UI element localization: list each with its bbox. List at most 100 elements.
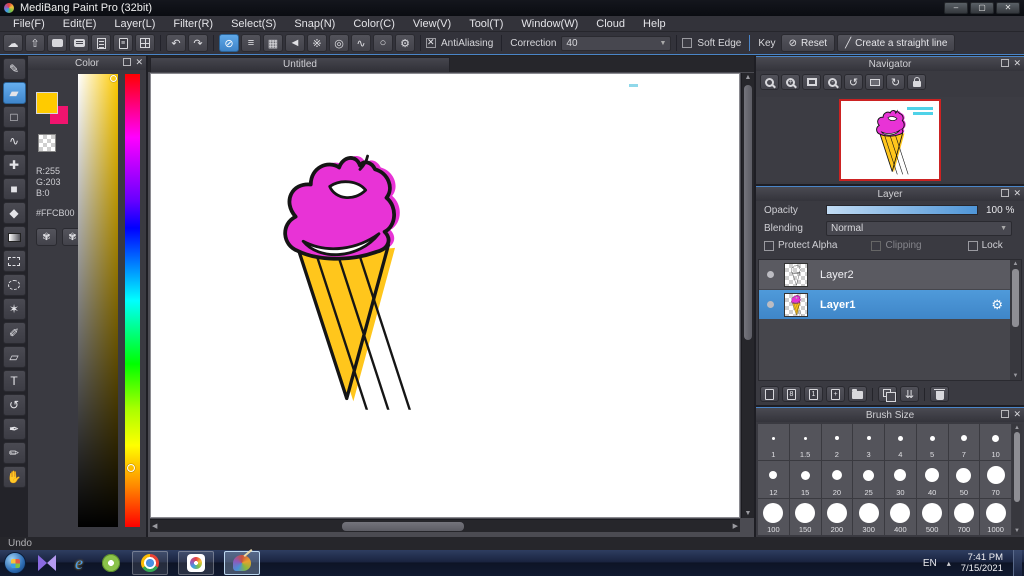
layer-row-layer1[interactable]: Layer1 ⚙: [759, 290, 1021, 319]
menu-cloud[interactable]: Cloud: [587, 18, 634, 30]
brush-size-2[interactable]: 2: [821, 424, 853, 461]
clipping-checkbox[interactable]: [871, 240, 882, 251]
tray-expand-icon[interactable]: ▴: [947, 559, 951, 568]
rotate-reset-button[interactable]: [865, 74, 884, 90]
close-icon[interactable]: ✕: [1013, 58, 1021, 68]
snap-vanishing-button[interactable]: ◄: [285, 34, 305, 52]
brush-size-400[interactable]: 400: [885, 498, 916, 535]
redo-button[interactable]: ↷: [188, 34, 208, 52]
menu-windoww[interactable]: Window(W): [512, 18, 587, 30]
new-layer-button[interactable]: [760, 386, 779, 402]
select-tool[interactable]: [2, 250, 26, 272]
brush-size-40[interactable]: 40: [916, 461, 948, 498]
saturation-value-picker[interactable]: [78, 74, 118, 527]
fit-screen-button[interactable]: [802, 74, 821, 90]
folder-button[interactable]: [848, 386, 867, 402]
layer-list-scrollbar[interactable]: ▲ ▼: [1010, 260, 1021, 380]
canvas-vertical-scrollbar[interactable]: ▲ ▼: [741, 73, 754, 518]
minimize-button[interactable]: –: [944, 2, 968, 14]
hue-slider[interactable]: [125, 74, 140, 527]
document-settings-button[interactable]: ≡: [113, 34, 133, 52]
hue-marker[interactable]: [127, 463, 135, 472]
restore-button[interactable]: ▢: [970, 2, 994, 14]
close-icon[interactable]: ✕: [1013, 409, 1021, 419]
undo-button[interactable]: ↶: [166, 34, 186, 52]
brush-size-300[interactable]: 300: [853, 498, 884, 535]
close-button[interactable]: ✕: [996, 2, 1020, 14]
comment-text-button[interactable]: [69, 34, 89, 52]
brush-size-200[interactable]: 200: [821, 498, 853, 535]
horizontal-scroll-handle[interactable]: [342, 522, 464, 531]
brush-size-3[interactable]: 3: [853, 424, 884, 461]
navigator-thumbnail[interactable]: [839, 98, 941, 181]
layer-visibility-toggle[interactable]: [767, 271, 774, 278]
reset-button[interactable]: ⊘ Reset: [780, 34, 836, 52]
bucket-tool[interactable]: ◆: [2, 202, 26, 224]
shape-tool[interactable]: □: [2, 106, 26, 128]
brush-size-30[interactable]: 30: [885, 461, 916, 498]
scroll-up-icon[interactable]: ▲: [1010, 261, 1021, 267]
brush-scroll-handle[interactable]: [1014, 432, 1020, 502]
canvas-page[interactable]: [150, 73, 740, 518]
document-button[interactable]: [91, 34, 111, 52]
transparent-color-swatch[interactable]: [38, 134, 56, 152]
cloud-button[interactable]: ☁: [3, 34, 23, 52]
comment-button[interactable]: [47, 34, 67, 52]
hand-tool[interactable]: ✋: [2, 466, 26, 488]
brush-size-5[interactable]: 5: [916, 424, 948, 461]
canvas-horizontal-scrollbar[interactable]: ◀ ▶: [150, 519, 740, 532]
publish-button[interactable]: ⇧: [25, 34, 45, 52]
snap-curve-button[interactable]: ∿: [351, 34, 371, 52]
menu-toolt[interactable]: Tool(T): [460, 18, 512, 30]
menu-viewv[interactable]: View(V): [404, 18, 460, 30]
new-1bit-layer-button[interactable]: 1: [804, 386, 823, 402]
palette-button[interactable]: ✾: [36, 228, 57, 246]
brush-size-12[interactable]: 12: [758, 461, 789, 498]
scroll-down-icon[interactable]: ▼: [742, 510, 754, 517]
select-pen-tool[interactable]: ✐: [2, 322, 26, 344]
menu-filterr[interactable]: Filter(R): [164, 18, 222, 30]
control-point-tool[interactable]: ∿: [2, 130, 26, 152]
brush-size-500[interactable]: 500: [916, 498, 948, 535]
move-tool[interactable]: ✚: [2, 154, 26, 176]
rotate-right-button[interactable]: ↻: [886, 74, 905, 90]
gear-icon[interactable]: ⚙: [991, 297, 1003, 313]
photoscape-taskbar-button[interactable]: [100, 552, 122, 574]
snap-parallel-button[interactable]: ≡: [241, 34, 261, 52]
lock-button[interactable]: [907, 74, 926, 90]
lock-checkbox[interactable]: [967, 240, 978, 251]
medibang-paint-taskbar-button[interactable]: [224, 551, 260, 575]
text-tool[interactable]: T: [2, 370, 26, 392]
brush-tool[interactable]: ✎: [2, 58, 26, 80]
snap-grid-button[interactable]: ▦: [263, 34, 283, 52]
foreground-color-swatch[interactable]: [36, 92, 58, 114]
popout-icon[interactable]: [1001, 59, 1010, 67]
select-eraser-tool[interactable]: ▱: [2, 346, 26, 368]
brush-size-20[interactable]: 20: [821, 461, 853, 498]
lasso-tool[interactable]: [2, 274, 26, 296]
brush-size-25[interactable]: 25: [853, 461, 884, 498]
gradient-tool[interactable]: [2, 226, 26, 248]
eraser-tool[interactable]: ▰: [2, 82, 26, 104]
medibang-launcher-taskbar-button[interactable]: [178, 551, 214, 575]
correction-dropdown[interactable]: 40 ▼: [561, 35, 672, 51]
merge-layer-button[interactable]: ⇊: [900, 386, 919, 402]
scroll-down-icon[interactable]: ▼: [1010, 373, 1021, 379]
fill-rect-tool[interactable]: ■: [2, 178, 26, 200]
brush-size-15[interactable]: 15: [789, 461, 821, 498]
brush-size-50[interactable]: 50: [948, 461, 980, 498]
popout-icon[interactable]: [123, 58, 132, 66]
brush-size-10[interactable]: 10: [980, 424, 1011, 461]
brush-size-1.5[interactable]: 1.5: [789, 424, 821, 461]
kmplayer-taskbar-button[interactable]: [36, 552, 58, 574]
brush-size-100[interactable]: 100: [758, 498, 789, 535]
layer-scroll-handle[interactable]: [1012, 269, 1019, 327]
language-indicator[interactable]: EN: [923, 558, 937, 569]
brush-size-700[interactable]: 700: [948, 498, 980, 535]
zoom-select-button[interactable]: [760, 74, 779, 90]
new-8bit-layer-button[interactable]: 8: [782, 386, 801, 402]
pen-tool[interactable]: ✏: [2, 442, 26, 464]
internet-explorer-taskbar-button[interactable]: e: [68, 552, 90, 574]
brush-size-4[interactable]: 4: [885, 424, 916, 461]
popout-icon[interactable]: [1001, 189, 1010, 197]
